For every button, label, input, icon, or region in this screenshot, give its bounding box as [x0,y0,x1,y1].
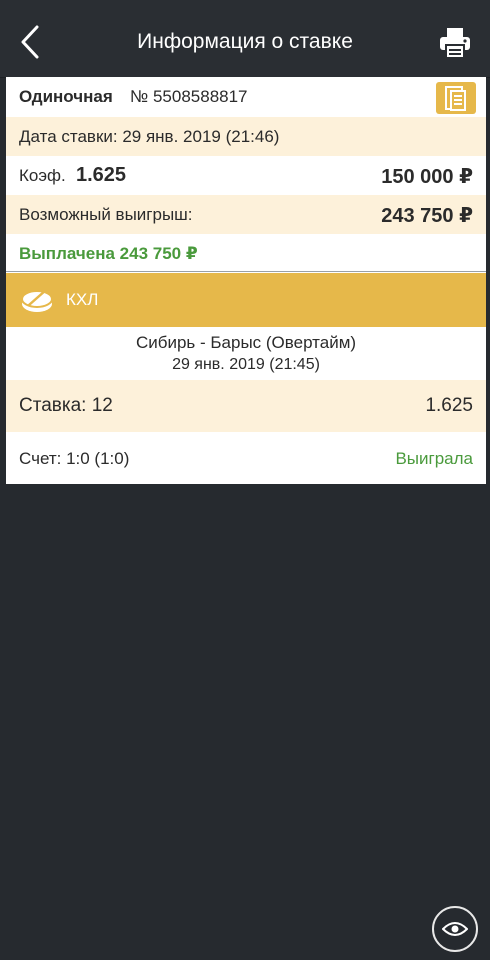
paid-row: Выплачена 243 750 ₽ [6,234,486,272]
paid-status: Выплачена 243 750 ₽ [19,244,198,263]
visibility-toggle-button[interactable] [432,906,478,952]
league-header: КХЛ [6,273,486,327]
hockey-puck-icon [21,288,53,312]
top-bar: Информация о ставке [0,0,490,78]
event-name: Сибирь - Барыс (Овертайм) [135,333,357,352]
page-title: Информация о ставке [137,30,353,53]
league-name: КХЛ [66,290,99,309]
eye-icon [442,922,468,936]
bet-number: № 5508588817 [130,87,248,106]
bet-date-row: Дата ставки: 29 янв. 2019 (21:46) [6,117,486,156]
stake-coef: 1.625 [425,395,473,416]
coef-row: Коэф. 1.625 150 000 ₽ [6,156,486,195]
event-row: Сибирь - Барыс (Овертайм) 29 янв. 2019 (… [6,327,486,380]
bet-info-card: Одиночная № 5508588817 Дата ставки: 29 я… [6,77,486,484]
stake-row: Ставка: 12 1.625 [6,380,486,432]
coef-value: 1.625 [76,164,127,186]
score-text: Счет: 1:0 (1:0) [19,449,130,468]
coef-label: Коэф. [19,166,66,185]
bet-date: Дата ставки: 29 янв. 2019 (21:46) [19,127,280,146]
bet-type-row: Одиночная № 5508588817 [6,77,486,117]
result-status: Выиграла [395,449,473,468]
possible-win-row: Возможный выигрыш: 243 750 ₽ [6,195,486,234]
print-button[interactable] [438,26,472,60]
copy-icon [445,86,466,111]
bet-amount: 150 000 ₽ [381,166,473,188]
printer-icon [440,28,470,59]
possible-win-label: Возможный выигрыш: [19,205,193,224]
stake-label: Ставка: 12 [19,395,113,416]
event-datetime: 29 янв. 2019 (21:45) [172,356,320,373]
score-row: Счет: 1:0 (1:0) Выиграла [6,432,486,484]
copy-button[interactable] [436,82,476,114]
possible-win-value: 243 750 ₽ [381,205,473,227]
bet-type-label: Одиночная [19,87,113,106]
